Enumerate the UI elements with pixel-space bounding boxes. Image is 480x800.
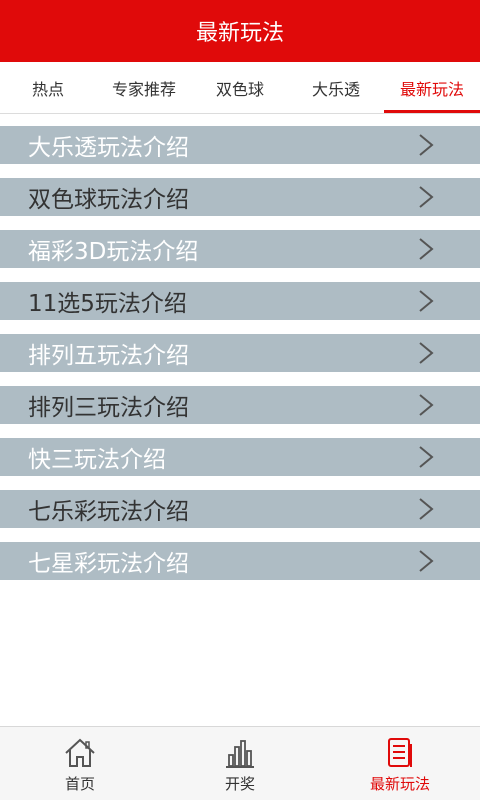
chevron-right-icon bbox=[419, 134, 434, 156]
nav-lottery-results-label: 开奖 bbox=[224, 775, 255, 793]
list-item[interactable]: 福彩3D玩法介绍 bbox=[0, 230, 480, 268]
nav-home[interactable]: 首页 bbox=[0, 727, 160, 800]
list-item[interactable]: 双色球玩法介绍 bbox=[0, 178, 480, 216]
nav-lottery-results[interactable]: 开奖 bbox=[160, 727, 320, 800]
list-item[interactable]: 11选5玩法介绍 bbox=[0, 282, 480, 320]
chevron-right-icon bbox=[419, 550, 434, 572]
list-item[interactable]: 七星彩玩法介绍 bbox=[0, 542, 480, 580]
list-item-label: 七乐彩玩法介绍 bbox=[28, 499, 189, 525]
chevron-right-icon bbox=[419, 446, 434, 468]
document-icon bbox=[388, 738, 412, 767]
title-bar: 最新玩法 bbox=[0, 0, 480, 62]
list-item[interactable]: 七乐彩玩法介绍 bbox=[0, 490, 480, 528]
tab-expert-picks[interactable]: 专家推荐 bbox=[96, 62, 192, 114]
chevron-right-icon bbox=[419, 342, 434, 364]
page-title: 最新玩法 bbox=[195, 21, 284, 46]
list-item-label: 大乐透玩法介绍 bbox=[28, 135, 189, 161]
chevron-right-icon bbox=[419, 186, 434, 208]
list-item-label: 双色球玩法介绍 bbox=[28, 187, 189, 213]
active-tab-indicator bbox=[384, 110, 480, 113]
list-item-label: 11选5玩法介绍 bbox=[28, 291, 187, 317]
list-item-label: 排列三玩法介绍 bbox=[28, 395, 189, 421]
list-item[interactable]: 排列五玩法介绍 bbox=[0, 334, 480, 372]
bottom-navigation: 首页 开奖 最新玩法 bbox=[0, 726, 480, 800]
tab-latest-games[interactable]: 最新玩法 bbox=[384, 62, 480, 114]
home-icon bbox=[65, 738, 95, 767]
list-item[interactable]: 排列三玩法介绍 bbox=[0, 386, 480, 424]
nav-home-label: 首页 bbox=[64, 775, 95, 793]
list-item-label: 排列五玩法介绍 bbox=[28, 343, 189, 369]
tab-super-lotto[interactable]: 大乐透 bbox=[288, 62, 384, 114]
list-item-label: 七星彩玩法介绍 bbox=[28, 551, 189, 577]
chevron-right-icon bbox=[419, 290, 434, 312]
list-item[interactable]: 快三玩法介绍 bbox=[0, 438, 480, 476]
list-item-label: 福彩3D玩法介绍 bbox=[28, 239, 199, 265]
list-item-label: 快三玩法介绍 bbox=[28, 447, 166, 473]
tab-bar: 热点 专家推荐 双色球 大乐透 最新玩法 bbox=[0, 62, 480, 114]
chevron-right-icon bbox=[419, 498, 434, 520]
nav-latest-games-label: 最新玩法 bbox=[369, 775, 430, 793]
tab-hot[interactable]: 热点 bbox=[0, 62, 96, 114]
nav-latest-games[interactable]: 最新玩法 bbox=[320, 727, 480, 800]
bar-chart-icon bbox=[226, 740, 254, 768]
tab-double-color-ball[interactable]: 双色球 bbox=[192, 62, 288, 114]
chevron-right-icon bbox=[419, 238, 434, 260]
chevron-right-icon bbox=[419, 394, 434, 416]
list-item[interactable]: 大乐透玩法介绍 bbox=[0, 126, 480, 164]
